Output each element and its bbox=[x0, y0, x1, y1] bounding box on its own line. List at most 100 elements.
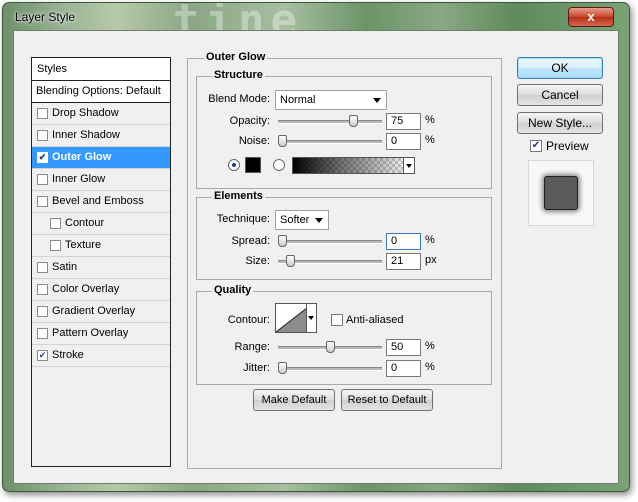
jitter-unit: % bbox=[425, 361, 435, 373]
spread-input[interactable]: 0 bbox=[386, 233, 421, 250]
ok-button[interactable]: OK bbox=[517, 57, 603, 79]
style-item-inner-shadow[interactable]: Inner Shadow bbox=[32, 125, 170, 147]
style-item-checkbox[interactable] bbox=[37, 174, 48, 185]
layer-style-window: tine Layer Style x Styles Blending Optio… bbox=[2, 2, 630, 492]
styles-header[interactable]: Styles bbox=[32, 58, 170, 81]
style-item-checkbox[interactable] bbox=[37, 262, 48, 273]
structure-title: Structure bbox=[212, 69, 265, 81]
style-item-bevel-and-emboss[interactable]: Bevel and Emboss bbox=[32, 191, 170, 213]
style-item-label: Pattern Overlay bbox=[52, 327, 129, 339]
noise-input[interactable]: 0 bbox=[386, 133, 421, 150]
spread-unit: % bbox=[425, 234, 435, 246]
style-item-checkbox[interactable] bbox=[37, 130, 48, 141]
anti-aliased-checkbox[interactable] bbox=[331, 314, 343, 326]
size-unit: px bbox=[425, 254, 437, 266]
make-default-button[interactable]: Make Default bbox=[253, 389, 335, 411]
size-slider-thumb[interactable] bbox=[285, 255, 295, 267]
outer-glow-title: Outer Glow bbox=[204, 51, 268, 63]
cancel-button[interactable]: Cancel bbox=[517, 84, 603, 106]
technique-value: Softer bbox=[280, 214, 310, 226]
size-label: Size: bbox=[245, 255, 270, 267]
blending-options-item[interactable]: Blending Options: Default bbox=[32, 81, 170, 103]
style-preview-thumbnail bbox=[544, 176, 578, 210]
style-item-checkbox[interactable] bbox=[50, 240, 61, 251]
style-item-drop-shadow[interactable]: Drop Shadow bbox=[32, 103, 170, 125]
style-item-label: Contour bbox=[65, 217, 105, 229]
style-item-checkbox[interactable] bbox=[37, 196, 48, 207]
style-item-label: Outer Glow bbox=[52, 151, 112, 163]
style-item-label: Stroke bbox=[52, 349, 84, 361]
range-unit: % bbox=[425, 340, 435, 352]
style-item-label: Gradient Overlay bbox=[52, 305, 136, 317]
style-item-checkbox[interactable]: ✔ bbox=[37, 350, 48, 361]
opacity-label: Opacity: bbox=[229, 115, 270, 127]
jitter-slider-thumb[interactable] bbox=[278, 362, 287, 374]
opacity-slider-thumb[interactable] bbox=[349, 115, 359, 127]
chevron-down-icon bbox=[315, 218, 323, 223]
style-item-label: Bevel and Emboss bbox=[52, 195, 144, 207]
window-title: Layer Style bbox=[15, 10, 76, 24]
style-item-checkbox[interactable] bbox=[50, 218, 61, 229]
spread-slider-thumb[interactable] bbox=[278, 235, 287, 247]
styles-list: Styles Blending Options: Default Drop Sh… bbox=[31, 57, 171, 467]
style-item-outer-glow[interactable]: ✔ Outer Glow bbox=[32, 147, 170, 169]
gradient-dropdown-arrow-icon[interactable] bbox=[403, 157, 415, 174]
jitter-input[interactable]: 0 bbox=[386, 360, 421, 377]
style-item-stroke[interactable]: ✔ Stroke bbox=[32, 345, 170, 367]
jitter-label: Jitter: bbox=[243, 362, 270, 374]
gradient-radio[interactable] bbox=[273, 159, 285, 171]
range-label: Range: bbox=[234, 341, 270, 353]
style-item-label: Drop Shadow bbox=[52, 107, 119, 119]
contour-label: Contour: bbox=[227, 314, 270, 326]
quality-title: Quality bbox=[212, 284, 254, 296]
style-item-color-overlay[interactable]: Color Overlay bbox=[32, 279, 170, 301]
chevron-down-icon bbox=[373, 98, 381, 103]
opacity-unit: % bbox=[425, 114, 435, 126]
anti-aliased-label: Anti-aliased bbox=[346, 314, 404, 326]
preview-checkbox[interactable]: ✔ bbox=[530, 140, 542, 152]
blend-mode-select[interactable]: Normal bbox=[275, 90, 387, 110]
style-item-inner-glow[interactable]: Inner Glow bbox=[32, 169, 170, 191]
style-item-gradient-overlay[interactable]: Gradient Overlay bbox=[32, 301, 170, 323]
technique-label: Technique: bbox=[216, 213, 270, 225]
spread-slider-track[interactable] bbox=[278, 240, 382, 244]
range-input[interactable]: 50 bbox=[386, 339, 421, 356]
style-item-pattern-overlay[interactable]: Pattern Overlay bbox=[32, 323, 170, 345]
style-item-checkbox[interactable] bbox=[37, 108, 48, 119]
close-button[interactable]: x bbox=[568, 7, 614, 27]
style-item-label: Inner Glow bbox=[52, 173, 106, 185]
style-item-contour[interactable]: Contour bbox=[32, 213, 170, 235]
jitter-slider-track[interactable] bbox=[278, 367, 382, 371]
size-input[interactable]: 21 bbox=[386, 253, 421, 270]
opacity-slider-track[interactable] bbox=[278, 120, 382, 124]
noise-label: Noise: bbox=[238, 135, 270, 147]
noise-slider-track[interactable] bbox=[278, 140, 382, 144]
style-item-label: Inner Shadow bbox=[52, 129, 120, 141]
technique-select[interactable]: Softer bbox=[275, 210, 329, 230]
preview-label: Preview bbox=[546, 139, 589, 153]
style-item-checkbox[interactable] bbox=[37, 284, 48, 295]
elements-title: Elements bbox=[212, 190, 265, 202]
new-style-button[interactable]: New Style... bbox=[517, 112, 603, 134]
style-item-label: Satin bbox=[52, 261, 78, 273]
opacity-input[interactable]: 75 bbox=[386, 113, 421, 130]
contour-dropdown-arrow-icon[interactable] bbox=[306, 303, 317, 333]
noise-unit: % bbox=[425, 134, 435, 146]
blend-mode-value: Normal bbox=[280, 94, 316, 106]
style-item-label: Color Overlay bbox=[52, 283, 120, 295]
style-item-checkbox[interactable] bbox=[37, 328, 48, 339]
range-slider-thumb[interactable] bbox=[325, 341, 335, 353]
blend-mode-label: Blend Mode: bbox=[208, 93, 270, 105]
noise-slider-thumb[interactable] bbox=[278, 135, 287, 147]
glow-gradient-picker[interactable] bbox=[292, 157, 415, 174]
glow-color-swatch[interactable] bbox=[245, 157, 261, 173]
style-preview bbox=[528, 160, 594, 226]
style-item-texture[interactable]: Texture bbox=[32, 235, 170, 257]
style-item-checkbox[interactable] bbox=[37, 306, 48, 317]
dialog-client-area: Styles Blending Options: Default Drop Sh… bbox=[13, 30, 619, 484]
solid-color-radio[interactable] bbox=[228, 159, 240, 171]
reset-to-default-button[interactable]: Reset to Default bbox=[341, 389, 433, 411]
style-item-satin[interactable]: Satin bbox=[32, 257, 170, 279]
spread-label: Spread: bbox=[231, 235, 270, 247]
style-item-checkbox[interactable]: ✔ bbox=[37, 152, 48, 163]
